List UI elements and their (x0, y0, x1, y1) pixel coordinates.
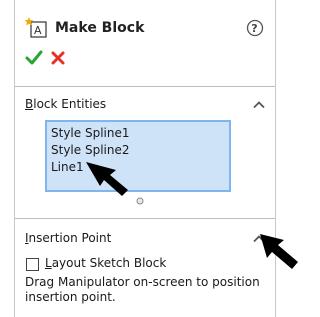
section-title-insertion-point: Insertion Point (25, 231, 112, 245)
block-entities-header[interactable]: Block Entities (15, 93, 275, 115)
property-manager-panel: A Make Block ? Block Entities Style Spli… (14, 0, 276, 317)
insertion-point-section: Insertion Point Layout Sketch Block Drag… (15, 227, 275, 317)
cancel-button[interactable] (49, 49, 67, 67)
section-title-block-entities: Block Entities (25, 97, 107, 111)
svg-text:?: ? (251, 22, 257, 35)
list-item[interactable]: Line1 (51, 159, 229, 176)
svg-text:A: A (34, 24, 42, 37)
panel-title: Make Block (55, 20, 145, 36)
block-entities-list[interactable]: Style Spline1 Style Spline2 Line1 (45, 120, 231, 192)
insertion-point-help-text: Drag Manipulator on-screen to position i… (25, 275, 260, 304)
help-icon[interactable]: ? (246, 19, 264, 37)
list-item[interactable]: Style Spline1 (51, 125, 229, 142)
property-manager-header: A Make Block ? (15, 0, 275, 87)
make-block-icon: A (25, 17, 47, 38)
ok-button[interactable] (25, 49, 43, 67)
resize-grip-icon[interactable] (136, 197, 144, 205)
checkbox-label: Layout Sketch Block (45, 256, 167, 270)
list-item[interactable]: Style Spline2 (51, 142, 229, 159)
block-entities-section: Block Entities Style Spline1 Style Splin… (15, 93, 275, 219)
arrow-pointer-icon (260, 234, 298, 269)
chevron-up-icon[interactable] (252, 100, 266, 109)
layout-sketch-block-checkbox[interactable] (26, 258, 39, 271)
arrow-pointer-icon (86, 162, 128, 196)
insertion-point-header[interactable]: Insertion Point (15, 227, 275, 249)
